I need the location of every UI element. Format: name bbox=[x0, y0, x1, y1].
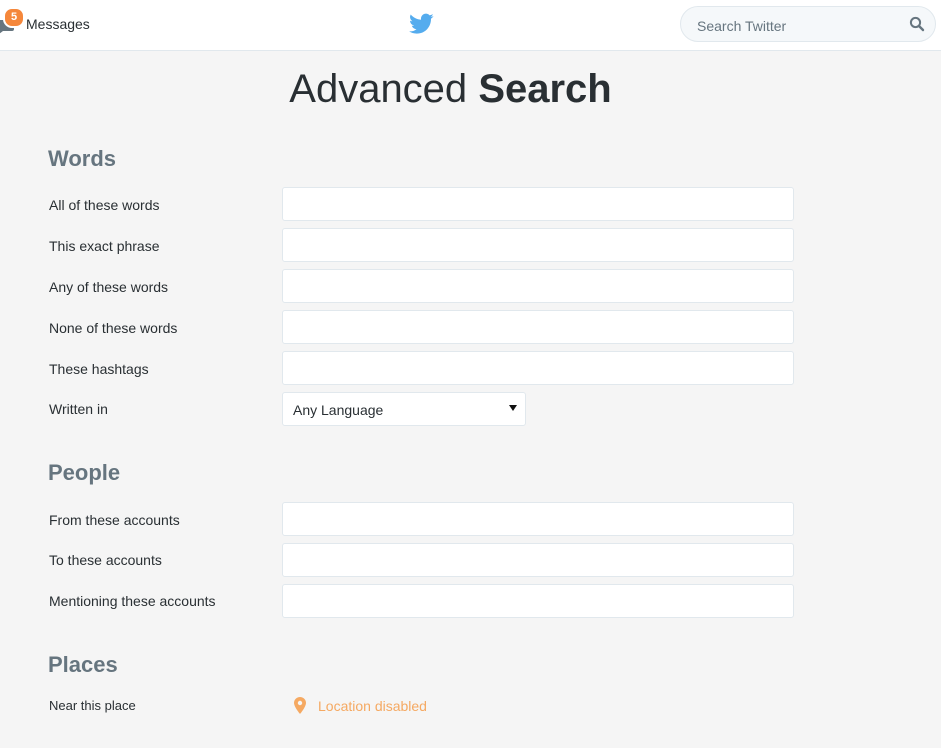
any-words-input[interactable] bbox=[282, 269, 794, 303]
location-status[interactable]: Location disabled bbox=[294, 697, 427, 714]
map-pin-icon bbox=[294, 697, 306, 714]
messages-count-badge: 5 bbox=[3, 7, 25, 28]
dropdown-caret-icon bbox=[509, 405, 517, 411]
messages-icon: 5 bbox=[0, 7, 25, 40]
messages-label: Messages bbox=[26, 16, 90, 32]
from-accounts-input[interactable] bbox=[282, 502, 794, 536]
location-disabled-text: Location disabled bbox=[318, 697, 427, 714]
search-input[interactable] bbox=[695, 15, 899, 37]
hashtags-input[interactable] bbox=[282, 351, 794, 385]
to-accounts-label: To these accounts bbox=[49, 552, 162, 568]
language-selected-value: Any Language bbox=[293, 402, 384, 418]
search-icon[interactable] bbox=[909, 16, 925, 32]
page-title-light: Advanced bbox=[289, 67, 468, 111]
people-section-heading: People bbox=[48, 460, 121, 485]
exact-phrase-input[interactable] bbox=[282, 228, 794, 262]
hashtags-label: These hashtags bbox=[49, 361, 149, 377]
language-select[interactable]: Any Language bbox=[282, 392, 526, 426]
search-box bbox=[680, 6, 936, 42]
any-words-label: Any of these words bbox=[49, 279, 169, 295]
from-accounts-label: From these accounts bbox=[49, 512, 180, 528]
twitter-bird-icon[interactable] bbox=[409, 13, 434, 35]
to-accounts-input[interactable] bbox=[282, 543, 794, 577]
places-section-heading: Places bbox=[48, 652, 118, 677]
exact-phrase-label: This exact phrase bbox=[49, 238, 160, 254]
page-title: Advanced Search bbox=[0, 66, 941, 112]
mentioning-accounts-label: Mentioning these accounts bbox=[49, 593, 216, 609]
near-place-label: Near this place bbox=[49, 698, 136, 713]
words-section-heading: Words bbox=[48, 146, 117, 171]
none-words-label: None of these words bbox=[49, 320, 178, 336]
all-words-label: All of these words bbox=[49, 197, 160, 213]
page-title-bold: Search bbox=[478, 67, 612, 111]
language-label: Written in bbox=[49, 401, 108, 417]
all-words-input[interactable] bbox=[282, 187, 794, 221]
messages-link[interactable]: 5 Messages bbox=[0, 7, 90, 40]
top-navigation-bar: 5 Messages bbox=[0, 0, 941, 51]
mentioning-accounts-input[interactable] bbox=[282, 584, 794, 618]
none-words-input[interactable] bbox=[282, 310, 794, 344]
